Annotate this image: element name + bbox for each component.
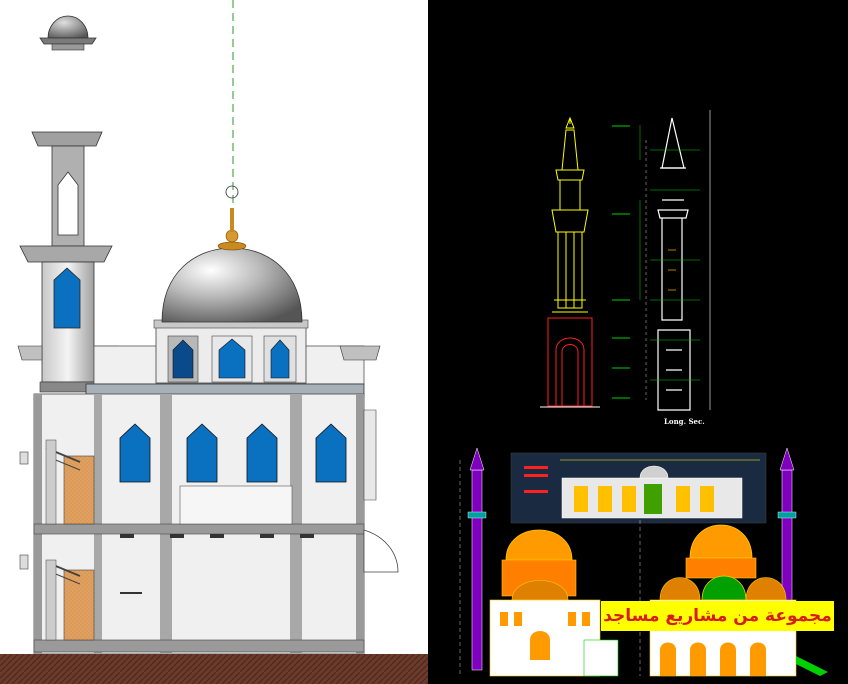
dome-drum bbox=[153, 319, 309, 384]
cad-drawings-svg: Long. Sec. bbox=[459, 110, 828, 677]
cad-drawings-panel: Long. Sec. bbox=[428, 0, 848, 684]
mosque-elevation-drawing bbox=[0, 0, 428, 684]
facade-elevation-strip bbox=[510, 452, 767, 524]
ground bbox=[0, 654, 428, 684]
small-dome-detail bbox=[39, 15, 97, 51]
main-dome bbox=[161, 185, 303, 323]
mosque-elevation-svg bbox=[0, 0, 428, 684]
caption-banner: مجموعة من مشاريع مساجد bbox=[601, 601, 834, 631]
caption-text: مجموعة من مشاريع مساجد bbox=[603, 606, 832, 626]
minaret-section-label: Long. Sec. bbox=[664, 417, 705, 426]
minaret-section bbox=[612, 110, 711, 411]
minaret-elevation bbox=[540, 116, 600, 408]
